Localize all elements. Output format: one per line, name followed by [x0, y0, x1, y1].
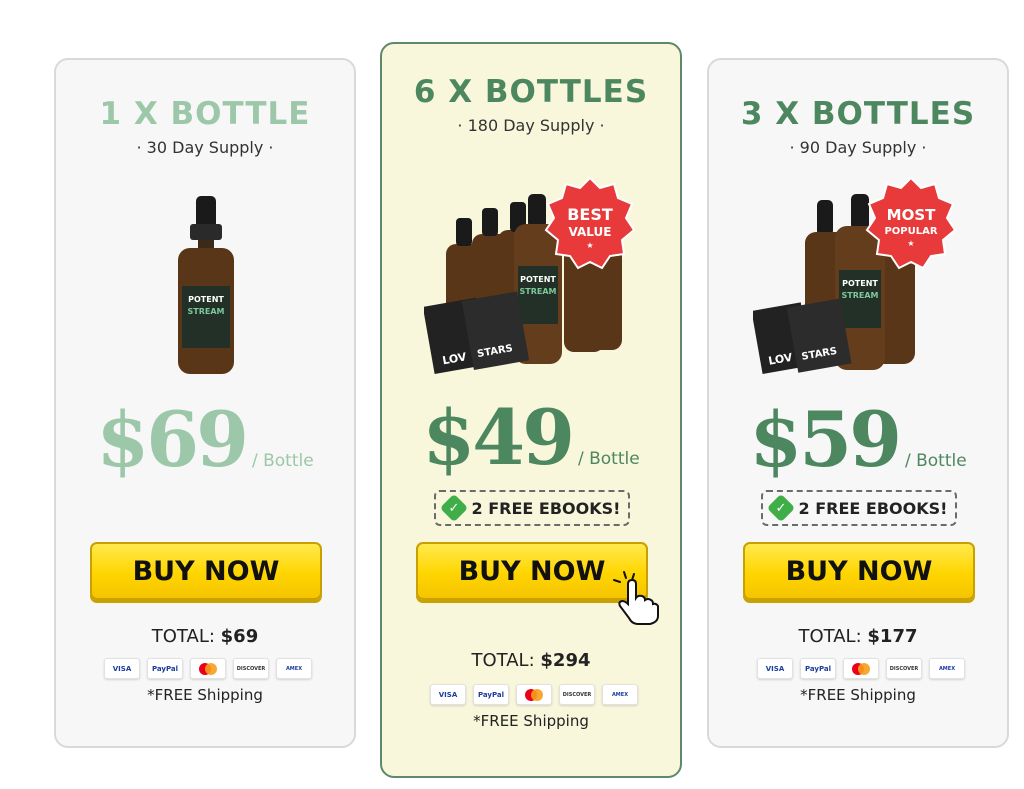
total-label: TOTAL:: [151, 626, 215, 647]
supply-text: · 30 Day Supply ·: [136, 138, 274, 157]
most-popular-badge: MOST POPULAR ★: [865, 176, 957, 270]
price-per-unit: / Bottle: [904, 451, 967, 471]
bottle-brand-line2: STREAM: [188, 307, 225, 316]
click-hand-cursor-icon: [613, 571, 659, 625]
bottle-brand-line1: POTENT: [842, 279, 878, 288]
badge-line1: MOST: [887, 206, 936, 224]
card-title: 1 X BOTTLE: [99, 96, 311, 132]
price-per-unit: / Bottle: [577, 449, 640, 469]
total-value: $69: [220, 626, 259, 647]
amex-icon: AMEX: [929, 658, 965, 679]
bottle-brand-line2: STREAM: [520, 287, 557, 296]
price-value: $49: [422, 393, 575, 482]
badge-line2: POPULAR: [884, 226, 937, 237]
total-label: TOTAL:: [798, 626, 862, 647]
best-value-badge: BEST VALUE ★: [544, 176, 636, 270]
badge-star-icon: ★: [907, 239, 914, 248]
buy-now-button[interactable]: BUY NOW: [743, 542, 975, 600]
visa-icon: VISA: [757, 658, 793, 679]
price-row: $59 / Bottle: [709, 402, 1007, 478]
visa-icon: VISA: [104, 658, 140, 679]
payment-icons: VISA PayPal DISCOVER AMEX: [757, 658, 965, 679]
total-value: $294: [540, 650, 591, 671]
price-value: $59: [749, 395, 902, 484]
badge-star-icon: ★: [586, 241, 593, 250]
price-row: $49 / Bottle: [382, 400, 680, 476]
mastercard-icon: [516, 684, 552, 705]
check-icon: ✓: [439, 493, 468, 523]
free-ebooks-text: 2 FREE EBOOKS!: [798, 498, 948, 518]
buy-now-button[interactable]: BUY NOW: [90, 542, 322, 600]
payment-icons: VISA PayPal DISCOVER AMEX: [104, 658, 312, 679]
shipping-note: *FREE Shipping: [147, 686, 263, 704]
amex-icon: AMEX: [602, 684, 638, 705]
payment-icons: VISA PayPal DISCOVER AMEX: [430, 684, 638, 705]
free-ebooks-badge: ✓ 2 FREE EBOOKS!: [761, 490, 957, 526]
buy-now-label: BUY NOW: [458, 555, 606, 587]
pricing-card-6-bottles: 6 X BOTTLES · 180 Day Supply · POTENT ST…: [380, 42, 682, 778]
mastercard-icon: [843, 658, 879, 679]
pricing-card-1-bottle: 1 X BOTTLE · 30 Day Supply · POTENT STRE…: [54, 58, 356, 748]
card-title: 6 X BOTTLES: [413, 74, 649, 110]
paypal-icon: PayPal: [147, 658, 183, 679]
amex-icon: AMEX: [276, 658, 312, 679]
mastercard-icon: [190, 658, 226, 679]
price-row: $69 / Bottle: [56, 402, 354, 478]
paypal-icon: PayPal: [800, 658, 836, 679]
shipping-note: *FREE Shipping: [800, 686, 916, 704]
check-icon: ✓: [766, 493, 795, 523]
bottle-brand-line1: POTENT: [520, 275, 556, 284]
total-line: TOTAL: $69: [56, 626, 354, 647]
paypal-icon: PayPal: [473, 684, 509, 705]
bottle-brand-line2: STREAM: [842, 291, 879, 300]
discover-icon: DISCOVER: [886, 658, 922, 679]
discover-icon: DISCOVER: [559, 684, 595, 705]
supply-text: · 90 Day Supply ·: [789, 138, 927, 157]
pricing-card-3-bottles: 3 X BOTTLES · 90 Day Supply · POTENT STR…: [707, 58, 1009, 748]
visa-icon: VISA: [430, 684, 466, 705]
free-ebooks-text: 2 FREE EBOOKS!: [471, 498, 621, 518]
badge-line1: BEST: [567, 205, 613, 224]
total-label: TOTAL:: [471, 650, 535, 671]
total-line: TOTAL: $294: [382, 650, 680, 671]
discover-icon: DISCOVER: [233, 658, 269, 679]
card-title: 3 X BOTTLES: [740, 96, 976, 132]
free-ebooks-badge: ✓ 2 FREE EBOOKS!: [434, 490, 630, 526]
total-value: $177: [867, 626, 918, 647]
single-bottle-image: POTENT STREAM: [178, 196, 234, 374]
price-value: $69: [96, 395, 249, 484]
price-per-unit: / Bottle: [251, 451, 314, 471]
bottle-brand-line1: POTENT: [188, 295, 224, 304]
badge-line2: VALUE: [569, 225, 612, 239]
total-line: TOTAL: $177: [709, 626, 1007, 647]
supply-text: · 180 Day Supply ·: [457, 116, 605, 135]
shipping-note: *FREE Shipping: [473, 712, 589, 730]
